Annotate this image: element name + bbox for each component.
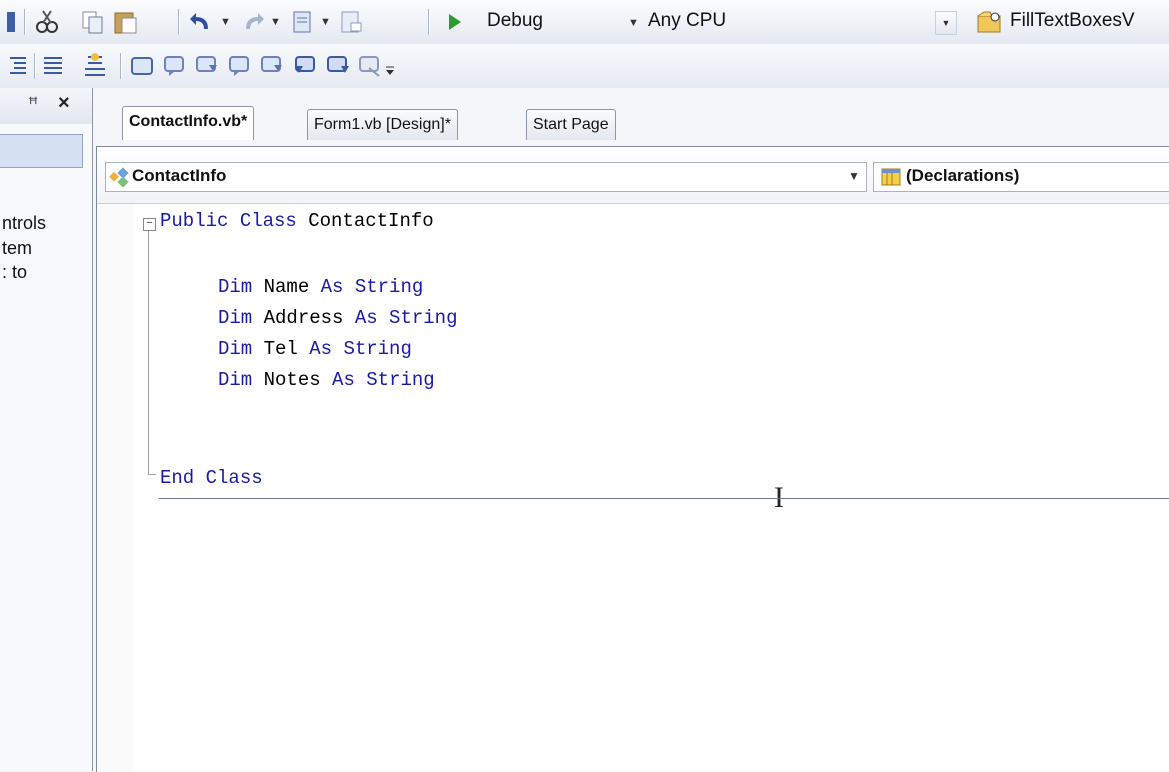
tab-start-page[interactable]: Start Page xyxy=(526,109,616,140)
paste-icon[interactable] xyxy=(112,9,142,35)
platform-dropdown-button[interactable]: ▼ xyxy=(935,11,957,35)
toolbox-pane: ꟸ × ntrols tem : to xyxy=(0,88,93,771)
navigate-backward-icon[interactable] xyxy=(290,9,316,35)
navigation-bar: ContactInfo ▼ (Declarations) xyxy=(97,147,1169,204)
type-token: String xyxy=(377,307,458,329)
undo-dropdown-icon[interactable]: ▼ xyxy=(220,16,231,28)
copy-icon[interactable] xyxy=(80,9,106,35)
code-line: Dim Tel As String xyxy=(218,338,412,360)
toolbox-pane-header: ꟸ × xyxy=(0,88,92,124)
toggle-bookmark-icon[interactable] xyxy=(130,54,154,78)
find-in-files-icon[interactable] xyxy=(976,9,1004,35)
method-name-label: (Declarations) xyxy=(906,166,1020,185)
next-bookmark-icon[interactable] xyxy=(195,54,219,78)
redo-dropdown-icon[interactable]: ▼ xyxy=(270,16,281,28)
start-debugging-icon[interactable] xyxy=(446,12,464,32)
previous-bookmark-icon[interactable] xyxy=(163,54,187,78)
close-pane-icon[interactable]: × xyxy=(58,92,70,115)
navigate-dropdown-icon[interactable]: ▼ xyxy=(320,16,331,28)
identifier-token: Name xyxy=(252,276,321,298)
clear-bookmarks-icon[interactable] xyxy=(357,54,383,78)
toolbar-options-icon[interactable] xyxy=(385,58,395,78)
keyword-token: Dim xyxy=(218,276,253,298)
identifier-token: Address xyxy=(252,307,355,329)
toolbox-text-line: : to xyxy=(2,262,28,282)
outline-line xyxy=(148,231,149,474)
indicator-margin xyxy=(97,204,133,772)
next-bookmark-in-document-icon[interactable] xyxy=(325,54,351,78)
tab-contactinfo-vb[interactable]: ContactInfo.vb* xyxy=(122,106,255,140)
uncomment-lines-icon[interactable] xyxy=(82,51,108,81)
identifier-token: ContactInfo xyxy=(296,210,434,232)
declarations-icon xyxy=(881,168,901,186)
keyword-token: As xyxy=(309,338,333,360)
type-token: String xyxy=(343,276,424,298)
toolbox-text-line: ntrols xyxy=(2,213,47,233)
toolbar-separator xyxy=(428,9,429,35)
tab-form1-design[interactable]: Form1.vb [Design]* xyxy=(307,109,458,140)
standard-toolbar: ▼ ▼ ▼ Debug ▼ Any CPU ▼ FillTextBoxesV xyxy=(0,0,1169,45)
text-editor-toolbar xyxy=(0,44,1169,88)
code-editor: ContactInfo ▼ (Declarations) − Public Cl… xyxy=(96,146,1169,772)
code-line: Dim Name As String xyxy=(218,276,423,298)
solution-configuration-combo[interactable]: Debug xyxy=(487,10,543,32)
cut-icon[interactable] xyxy=(34,9,60,35)
keyword-token: As xyxy=(320,276,344,298)
method-name-dropdown[interactable]: (Declarations) xyxy=(873,162,1169,192)
toolbar-grip-icon xyxy=(7,12,15,32)
redo-icon[interactable] xyxy=(240,9,266,35)
undo-icon[interactable] xyxy=(188,9,214,35)
outline-line xyxy=(148,474,156,475)
class-icon xyxy=(109,167,129,187)
code-text-area[interactable]: − Public Class ContactInfo Dim Name As S… xyxy=(133,204,1169,772)
toolbox-text-line: tem xyxy=(2,238,33,258)
type-token: String xyxy=(332,338,412,360)
previous-bookmark-in-folder-icon[interactable] xyxy=(228,54,252,78)
document-tab-strip: ContactInfo.vb* Form1.vb [Design]* Start… xyxy=(96,88,1169,146)
type-token: String xyxy=(354,369,435,391)
keyword-token: As xyxy=(332,369,355,391)
class-name-label: ContactInfo xyxy=(132,166,227,185)
keyword-token: Dim xyxy=(218,307,253,329)
previous-bookmark-in-document-icon[interactable] xyxy=(293,54,319,78)
end-class-separator xyxy=(159,498,1169,499)
identifier-token: Notes xyxy=(252,369,333,391)
keyword-token: As xyxy=(354,307,378,329)
navigate-forward-icon[interactable] xyxy=(338,9,364,35)
code-line: Dim Address As String xyxy=(218,307,457,329)
keyword-token: Dim xyxy=(218,338,253,360)
keyword-token: Public Class xyxy=(160,210,297,232)
code-line: Public Class ContactInfo xyxy=(160,210,434,232)
toolbar-separator xyxy=(120,53,121,79)
code-line-end-class: End Class xyxy=(160,467,263,489)
auto-hide-pin-icon[interactable]: ꟸ xyxy=(28,94,38,115)
decrease-indent-icon[interactable] xyxy=(4,53,30,79)
toolbox-search-box[interactable] xyxy=(0,134,83,168)
configuration-dropdown-icon[interactable]: ▼ xyxy=(628,17,639,29)
find-combo[interactable]: FillTextBoxesV xyxy=(1010,10,1135,32)
chevron-down-icon[interactable]: ▼ xyxy=(848,169,860,183)
comment-out-lines-icon[interactable] xyxy=(40,53,66,79)
code-line: Dim Notes As String xyxy=(218,369,435,391)
toolbar-separator xyxy=(24,9,25,35)
identifier-token: Tel xyxy=(252,338,310,360)
class-name-dropdown[interactable]: ContactInfo ▼ xyxy=(105,162,867,192)
keyword-token: Dim xyxy=(218,369,253,391)
toolbar-separator xyxy=(34,53,35,79)
solution-platform-combo[interactable]: Any CPU xyxy=(648,10,726,32)
toolbar-separator xyxy=(178,9,179,35)
next-bookmark-in-folder-icon[interactable] xyxy=(260,54,284,78)
outline-collapse-icon[interactable]: − xyxy=(143,218,156,231)
